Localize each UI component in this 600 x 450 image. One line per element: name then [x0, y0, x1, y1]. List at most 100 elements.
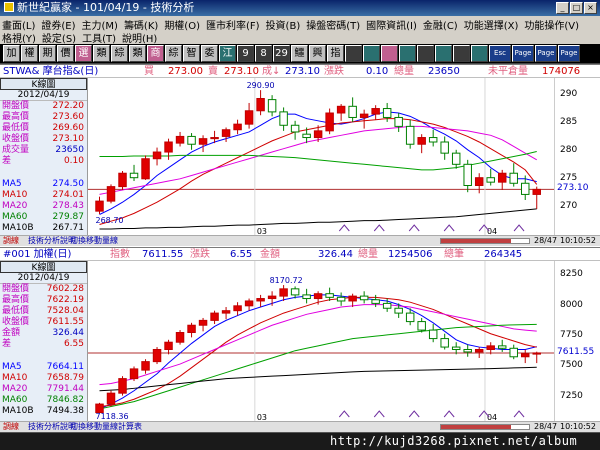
toolbar: 加權期價選類綜類商綜智委江 9 8 29 鱷興指 Esc Page Page Page [0, 44, 600, 64]
maximize-button[interactable]: □ [570, 2, 583, 14]
toolbar-button[interactable]: 加 [3, 45, 20, 62]
r1-menu-item[interactable]: 投資(B) [266, 17, 301, 32]
r1-menu-item[interactable]: 匯市利率(F) [206, 17, 260, 32]
r1-menu-item[interactable]: 期權(O) [164, 17, 200, 32]
toolbar-button[interactable]: 江 [219, 45, 236, 62]
toolbar-button[interactable]: 興 [309, 45, 326, 62]
bottom-symbol: #001 加權(日) [3, 249, 72, 260]
menu-bar: 畫面(L) 證券(E) 主力(M) 籌碼(K) 期權(O) 匯市利率(F) 投資(B) 操盤密… [0, 16, 600, 45]
bottom-cnt-label: 總筆 [444, 249, 464, 260]
r1-menu-item[interactable]: 功能選擇(X) [464, 17, 519, 32]
bottom-scrollbar[interactable] [440, 424, 530, 430]
bottom-date: 2012/04/19 [0, 273, 87, 284]
candle-body [129, 172, 139, 179]
top-switch-link[interactable]: 切換移動量線 [70, 236, 118, 246]
bottom-help-link[interactable]: 技術分析說明 [28, 422, 76, 432]
toolbar-button[interactable]: 價 [57, 45, 74, 62]
toolbar-button[interactable]: 期 [39, 45, 56, 62]
toolbar-button[interactable]: 8 [255, 45, 272, 62]
toolbar-button[interactable] [471, 45, 488, 62]
candle-body [210, 137, 219, 140]
bottom-plot-area[interactable]: 03 04 8170.72 7118.36 [88, 261, 554, 422]
info-row: 最高價 273.60 [0, 112, 87, 123]
r1-menu-item[interactable]: 功能操作(V) [524, 17, 579, 32]
info-row: MA60 7846.82 [0, 395, 87, 406]
info-label: MA5 [2, 179, 22, 189]
minimize-button[interactable]: _ [556, 2, 569, 14]
toolbar-button[interactable]: Page [535, 45, 557, 62]
toolbar-button[interactable] [435, 45, 452, 62]
top-oi-value: 174076 [542, 66, 581, 77]
top-kline-label[interactable]: K線圖 [0, 78, 87, 90]
info-row: MA10B 7494.38 [0, 406, 87, 417]
toolbar-button[interactable]: Esc [489, 45, 511, 62]
toolbar-button[interactable]: 商 [147, 45, 164, 62]
toolbar-button[interactable]: 權 [21, 45, 38, 62]
info-row: MA10B 267.71 [0, 223, 87, 234]
top-help-link[interactable]: 技術分析說明 [28, 236, 76, 246]
toolbar-button[interactable] [363, 45, 380, 62]
candle-body [279, 111, 288, 126]
toolbar-button[interactable] [453, 45, 470, 62]
top-sell-label: 賣 [208, 66, 218, 77]
top-price-axis: 290 285 280 275 270 273.10 [554, 78, 600, 235]
toolbar-button[interactable]: 9 [237, 45, 254, 62]
r1-menu-item[interactable]: 國際資訊(I) [366, 17, 417, 32]
candle-body [129, 368, 139, 380]
info-value: 272.20 [52, 101, 85, 111]
info-row: MA20 278.43 [0, 201, 87, 212]
info-label: MA20 [2, 201, 28, 211]
signal-marker [443, 224, 455, 232]
info-row: 收盤價 7611.55 [0, 317, 87, 328]
info-label: 收盤價 [2, 317, 30, 327]
candle-body [486, 177, 495, 183]
info-value: 267.71 [52, 223, 85, 233]
toolbar-button[interactable] [399, 45, 416, 62]
toolbar-button[interactable] [381, 45, 398, 62]
info-label: 開盤價 [2, 101, 30, 111]
toolbar-button[interactable] [417, 45, 434, 62]
r1-menu-item[interactable]: 操盤密碼(T) [306, 17, 360, 32]
info-label: MA5 [2, 362, 22, 372]
r2-menu-item[interactable]: 工具(T) [82, 30, 116, 45]
top-vol-label: 總量 [394, 66, 414, 77]
r2-menu-item[interactable]: 設定(S) [42, 30, 76, 45]
bottom-idx-value: 7611.55 [142, 249, 184, 260]
x-tick-label: 03 [257, 227, 267, 235]
toolbar-button[interactable]: 類 [129, 45, 146, 62]
info-value: 7528.04 [46, 306, 84, 316]
candle-body [394, 307, 403, 314]
bottom-vol-value: 1254506 [388, 249, 433, 260]
top-plot-area[interactable]: 03 04 290.90 268.70 [88, 78, 554, 236]
r2-menu-item[interactable]: 格視(Y) [2, 30, 36, 45]
info-value: 7611.55 [46, 317, 84, 327]
candle-body [313, 293, 323, 300]
toolbar-button[interactable]: Page [558, 45, 580, 62]
r1-menu-item[interactable]: 金融(C) [423, 17, 458, 32]
bottom-switch-link[interactable]: 切換移動量線計算表 [70, 422, 142, 432]
toolbar-button[interactable]: Page [512, 45, 534, 62]
toolbar-button[interactable]: 綜 [165, 45, 182, 62]
bottom-kline-label[interactable]: K線圖 [0, 261, 87, 273]
r2-menu-item[interactable]: 說明(H) [122, 30, 157, 45]
toolbar-button[interactable]: 29 [273, 45, 290, 62]
info-row: 成交量 23650 [0, 145, 87, 156]
candle-body [118, 172, 127, 188]
toolbar-button[interactable]: 選 [75, 45, 92, 62]
close-button[interactable]: × [584, 2, 597, 14]
toolbar-button[interactable]: 鱷 [291, 45, 308, 62]
toolbar-button[interactable]: 指 [327, 45, 344, 62]
toolbar-button[interactable]: 類 [93, 45, 110, 62]
info-row: 差 0.10 [0, 156, 87, 167]
current-price-label: 7611.55 [557, 346, 595, 357]
toolbar-button[interactable]: 綜 [111, 45, 128, 62]
toolbar-button[interactable] [345, 45, 362, 62]
top-buy-value: 273.00 [168, 66, 203, 77]
candle-body [428, 329, 438, 340]
toolbar-button[interactable]: 委 [201, 45, 218, 62]
candle-body [244, 300, 254, 307]
toolbar-button[interactable]: 智 [183, 45, 200, 62]
candle-body [302, 133, 311, 139]
info-label: MA60 [2, 395, 28, 405]
top-scrollbar[interactable] [440, 238, 530, 244]
